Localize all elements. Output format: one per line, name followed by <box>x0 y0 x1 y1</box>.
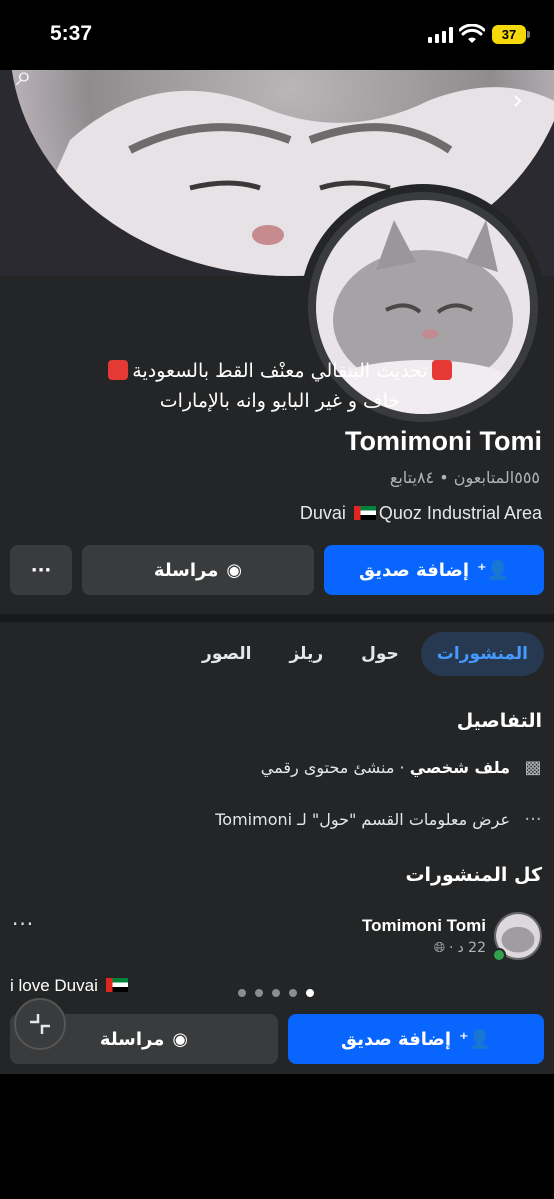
sticky-message-label: مراسلة <box>99 1028 165 1050</box>
tab-posts[interactable]: المنشورات <box>420 632 544 676</box>
battery-tip <box>527 31 530 38</box>
film-icon: ▩ <box>524 757 542 778</box>
profile-type-label: ملف شخصي <box>409 758 510 777</box>
location-city: Duvai <box>299 503 346 523</box>
status-time: 5:37 <box>50 22 93 45</box>
carousel-dot <box>272 989 280 997</box>
section-divider <box>0 614 554 622</box>
messenger-icon: ◉ <box>226 559 243 581</box>
battery-icon: 37 <box>492 25 526 44</box>
post-text-content: i love Duvai <box>10 976 98 995</box>
sticky-add-friend-label: إضافة صديق <box>341 1028 452 1050</box>
profile-tabs: المنشورات حول ريلز الصور <box>186 632 544 676</box>
all-posts-title: كل المنشورات <box>405 864 542 886</box>
post-time: 22 د <box>457 940 486 956</box>
about-link-text: عرض معلومات القسم "حول" لـ Tomimoni <box>215 810 510 829</box>
carousel-dot <box>255 989 263 997</box>
more-options-button[interactable]: ··· <box>10 545 72 595</box>
messenger-icon: ◉ <box>172 1028 189 1050</box>
online-status-dot <box>492 948 506 962</box>
message-button[interactable]: ◉ مراسلة <box>82 545 314 595</box>
post-author-name[interactable]: Tomimoni Tomi <box>362 916 486 936</box>
uae-flag-icon <box>105 978 128 992</box>
profile-name: Tomimoni Tomi <box>345 426 542 456</box>
sticky-add-friend-button[interactable]: 👤⁺ إضافة صديق <box>288 1014 544 1064</box>
carousel-dot-active <box>306 989 314 997</box>
expand-button[interactable] <box>14 998 66 1050</box>
tab-about[interactable]: حول <box>345 632 415 676</box>
collapse-arrows-icon <box>30 1014 50 1034</box>
carousel-dot <box>289 989 297 997</box>
status-bar: 5:37 37 <box>0 0 554 70</box>
detail-about-link[interactable]: ··· عرض معلومات القسم "حول" لـ Tomimoni <box>215 809 544 830</box>
add-friend-button[interactable]: 👤⁺ إضافة صديق <box>324 545 544 595</box>
bio-text-2: خاف و غير البايو وانه بالإمارات <box>159 390 401 412</box>
tab-reels[interactable]: ريلز <box>273 632 339 676</box>
siren-icon <box>108 360 129 380</box>
signal-icon <box>428 27 454 43</box>
follower-stats[interactable]: ٥٥٥المتابعون • ٨٤يتابع <box>390 468 540 487</box>
add-friend-icon: 👤⁺ <box>477 559 509 581</box>
wifi-icon <box>459 24 485 43</box>
profile-type-category: · منشئ محتوى رقمي <box>260 758 410 777</box>
bio-text-1: تحديث البنقالي معنْف القط بالسعودية <box>132 360 428 382</box>
post-text: i love Duvai <box>10 976 131 996</box>
tab-photos[interactable]: الصور <box>186 632 267 676</box>
carousel-dot <box>238 989 246 997</box>
detail-profile-type-text: ملف شخصي · منشئ محتوى رقمي <box>261 758 510 777</box>
detail-profile-type: ▩ ملف شخصي · منشئ محتوى رقمي <box>261 757 544 778</box>
dot-separator: · <box>449 940 454 956</box>
carousel-indicator <box>238 989 314 997</box>
add-friend-label: إضافة صديق <box>359 559 470 581</box>
details-title: التفاصيل <box>456 710 542 732</box>
profile-bio: تحديث البنقالي معنْف القط بالسعودية خاف … <box>20 356 540 416</box>
post-meta: 22 د · 🌐︎ <box>434 940 486 956</box>
search-icon[interactable]: ⌕ <box>16 70 32 90</box>
message-label: مراسلة <box>153 559 219 581</box>
uae-flag-icon <box>353 506 376 520</box>
siren-icon <box>431 360 452 380</box>
profile-page: ⌕ › تحديث البنقالي معنْف القط بالسعودية … <box>0 70 554 1074</box>
more-icon: ··· <box>30 559 52 581</box>
more-dots-icon: ··· <box>524 809 542 830</box>
globe-icon: 🌐︎ <box>433 940 446 956</box>
chevron-right-icon[interactable]: › <box>512 86 523 114</box>
bio-line-1: تحديث البنقالي معنْف القط بالسعودية <box>20 356 540 386</box>
location-area: Quoz Industrial Area <box>378 503 542 523</box>
add-friend-icon: 👤⁺ <box>459 1028 491 1050</box>
profile-location: Duvai Quoz Industrial Area <box>300 503 542 524</box>
post-more-options-button[interactable]: ··· <box>12 912 34 936</box>
